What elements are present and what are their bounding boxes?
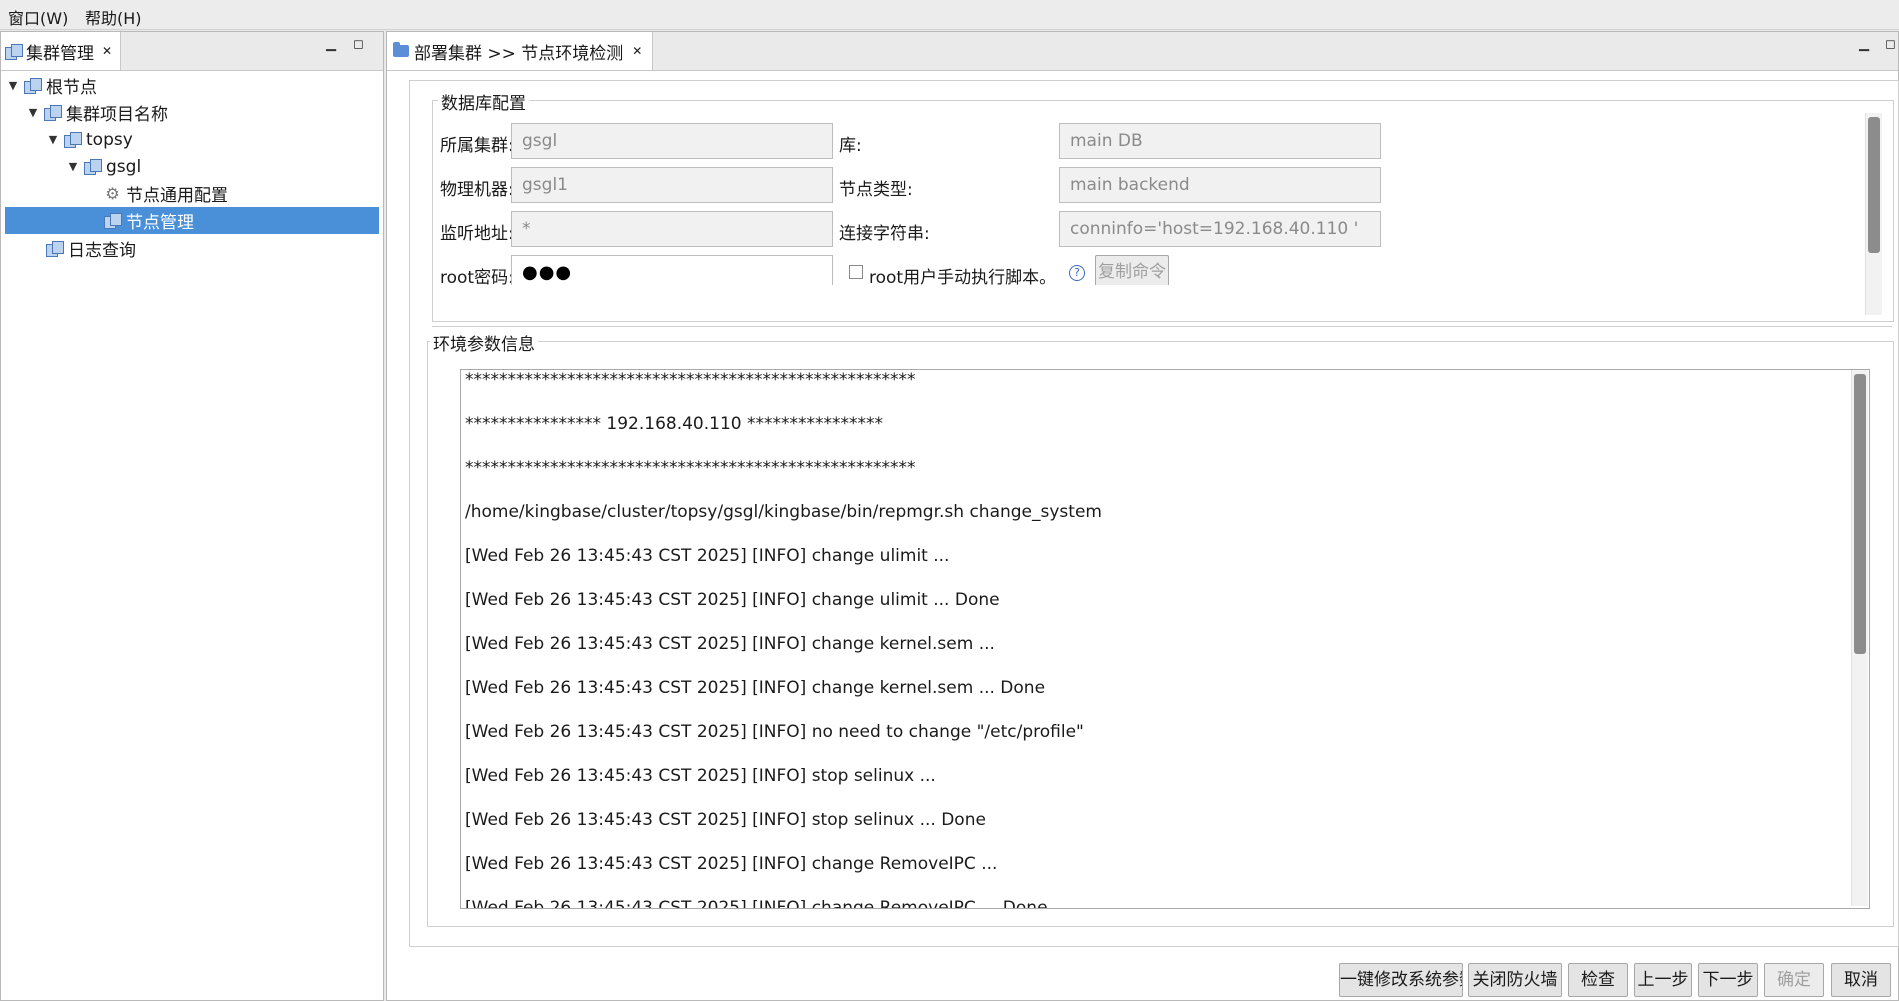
next-step-button[interactable]: 下一步 (1698, 963, 1758, 997)
modify-system-params-button[interactable]: 一键修改系统参数 (1339, 963, 1463, 997)
confirm-button[interactable]: 确定 (1764, 963, 1824, 997)
env-log-textarea[interactable]: ****************************************… (460, 369, 1870, 909)
tree-node-label: topsy (86, 129, 133, 150)
cluster-icon (44, 105, 62, 121)
maximize-icon[interactable]: ◻ (353, 38, 364, 52)
tree-node-log-query[interactable]: 日志查询 (46, 235, 136, 262)
tree-node-gsgl[interactable]: ▼ gsgl (67, 153, 141, 180)
cluster-label: 所属集群: (440, 136, 514, 156)
view-tab-bar: 集群管理 ✕ ▁ ◻ (1, 32, 383, 71)
log-line: ****************************************… (465, 458, 916, 478)
folder-icon (393, 42, 409, 57)
manual-script-label: root用户手动执行脚本。 (869, 268, 1057, 285)
tree-node-root[interactable]: ▼ 根节点 (7, 72, 97, 99)
database-icon (84, 159, 102, 175)
tab-cluster-management[interactable]: 集群管理 ✕ (1, 32, 122, 70)
listen-address-field[interactable]: * (511, 211, 833, 247)
gear-icon: ⚙ (105, 184, 120, 203)
log-line: [Wed Feb 26 13:45:43 CST 2025] [INFO] ch… (465, 590, 1000, 610)
env-info-group: 环境参数信息 *********************************… (427, 330, 1894, 927)
close-icon[interactable]: ✕ (102, 44, 112, 58)
menu-window[interactable]: 窗口(W) (8, 5, 68, 29)
expand-icon[interactable]: ▼ (67, 160, 79, 173)
close-firewall-button[interactable]: 关闭防火墙 (1468, 963, 1562, 997)
minimize-icon[interactable]: ▁ (1859, 38, 1869, 52)
tree-node-topsy[interactable]: ▼ topsy (47, 126, 133, 153)
tree-node-node-management[interactable]: 节点管理 (5, 207, 379, 234)
cluster-icon (5, 43, 23, 60)
close-icon[interactable]: ✕ (632, 44, 642, 58)
scrollbar-thumb[interactable] (1854, 374, 1866, 654)
log-line: [Wed Feb 26 13:45:43 CST 2025] [INFO] ch… (465, 678, 1046, 698)
menu-help[interactable]: 帮助(H) (85, 5, 142, 29)
listen-address-label: 监听地址: (440, 224, 514, 244)
node-type-label: 节点类型: (839, 180, 913, 200)
tree-node-label: 根节点 (46, 78, 97, 98)
cluster-management-view: 集群管理 ✕ ▁ ◻ ▼ 根节点 ▼ 集群项目名称 ▼ topsy ▼ gsgl… (0, 31, 384, 1001)
conn-string-field[interactable]: conninfo='host=192.168.40.110 ' (1059, 211, 1381, 247)
machine-field[interactable]: gsgl1 (511, 167, 833, 203)
tree-node-label: 节点管理 (126, 213, 194, 233)
tree-node-common-config[interactable]: ⚙ 节点通用配置 (104, 180, 228, 207)
conn-string-label: 连接字符串: (839, 224, 930, 244)
log-scrollbar[interactable] (1851, 370, 1868, 906)
prev-step-button[interactable]: 上一步 (1634, 963, 1692, 997)
root-password-label: root密码: (440, 268, 514, 285)
expand-icon[interactable]: ▼ (7, 79, 19, 92)
db-config-group: 数据库配置 所属集群: gsgl 库: main DB 物理机器: gsgl1 … (432, 89, 1894, 322)
tree-node-label: 集群项目名称 (66, 105, 168, 125)
log-line: [Wed Feb 26 13:45:43 CST 2025] [INFO] ch… (465, 898, 1048, 909)
help-icon[interactable]: ? (1069, 265, 1085, 281)
root-password-field[interactable]: ●●● (511, 255, 833, 285)
machine-label: 物理机器: (440, 180, 514, 200)
tab-label: 集群管理 (26, 43, 94, 64)
log-line: [Wed Feb 26 13:45:43 CST 2025] [INFO] st… (465, 766, 936, 786)
expand-icon[interactable]: ▼ (27, 106, 39, 119)
menu-bar: 窗口(W) 帮助(H) (0, 0, 1899, 30)
cluster-field[interactable]: gsgl (511, 123, 833, 159)
log-line: [Wed Feb 26 13:45:43 CST 2025] [INFO] no… (465, 722, 1084, 742)
maximize-icon[interactable]: ◻ (1885, 38, 1896, 52)
log-line: ****************************************… (465, 370, 916, 390)
db-config-legend: 数据库配置 (438, 89, 529, 114)
manual-script-checkbox[interactable] (849, 265, 863, 279)
db-field[interactable]: main DB (1059, 123, 1381, 159)
log-line: [Wed Feb 26 13:45:43 CST 2025] [INFO] ch… (465, 546, 950, 566)
env-info-legend: 环境参数信息 (430, 330, 538, 355)
cluster-icon (64, 132, 82, 148)
log-icon (46, 241, 64, 257)
scrollbar-thumb[interactable] (1868, 117, 1880, 253)
node-icon (104, 213, 122, 229)
tree-node-label: 日志查询 (68, 241, 136, 261)
separator (432, 326, 1892, 327)
log-line: **************** 192.168.40.110 ********… (465, 414, 883, 434)
log-line: /home/kingbase/cluster/topsy/gsgl/kingba… (465, 502, 1102, 522)
db-label: 库: (839, 136, 862, 156)
tree-node-project[interactable]: ▼ 集群项目名称 (27, 99, 168, 126)
tree-node-label: 节点通用配置 (126, 186, 228, 206)
node-type-field[interactable]: main backend (1059, 167, 1381, 203)
tree-node-label: gsgl (106, 156, 142, 177)
root-password-row: root密码: ●●● root用户手动执行脚本。 ? 复制命令 (433, 249, 1833, 285)
db-config-scrollbar[interactable] (1865, 113, 1882, 315)
minimize-icon[interactable]: ▁ (326, 38, 336, 52)
log-line: [Wed Feb 26 13:45:43 CST 2025] [INFO] ch… (465, 634, 995, 654)
copy-command-button[interactable]: 复制命令 (1095, 255, 1169, 285)
check-button[interactable]: 检查 (1568, 963, 1628, 997)
tab-label: 部署集群 >> 节点环境检测 (414, 43, 624, 64)
log-line: [Wed Feb 26 13:45:43 CST 2025] [INFO] st… (465, 810, 986, 830)
tab-node-env-check[interactable]: 部署集群 >> 节点环境检测 ✕ (387, 32, 654, 70)
log-line: [Wed Feb 26 13:45:43 CST 2025] [INFO] ch… (465, 854, 998, 874)
expand-icon[interactable]: ▼ (47, 133, 59, 146)
editor-tab-bar: 部署集群 >> 节点环境检测 ✕ ▁ ◻ (387, 32, 1898, 71)
cluster-icon (24, 78, 42, 94)
editor-panel: 部署集群 >> 节点环境检测 ✕ ▁ ◻ 数据库配置 所属集群: gsgl 库:… (386, 31, 1899, 1001)
cancel-button[interactable]: 取消 (1831, 963, 1891, 997)
